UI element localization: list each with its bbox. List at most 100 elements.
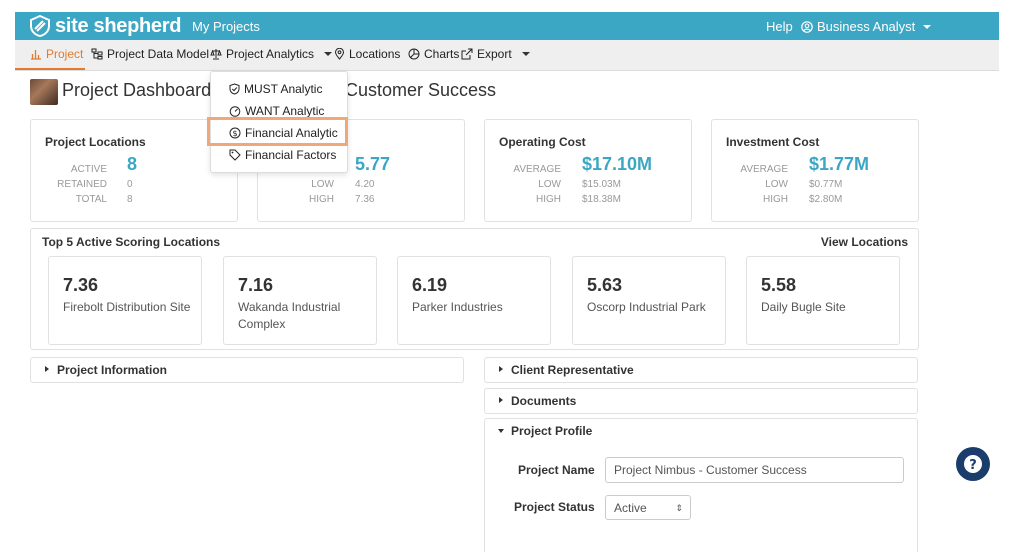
scale-icon: [210, 49, 222, 60]
high-label: HIGH: [309, 194, 334, 205]
panel-label: Client Representative: [511, 363, 634, 377]
location-score: 5.63: [587, 275, 623, 295]
project-status-label: Project Status: [514, 500, 595, 514]
high-value: $18.38M: [582, 194, 621, 205]
menu-item-label: MUST Analytic: [244, 82, 323, 96]
question-icon: ?: [964, 455, 982, 473]
card-title: Operating Cost: [499, 135, 586, 149]
low-value: $15.03M: [582, 179, 621, 190]
site-shepherd-logo[interactable]: site shepherd: [29, 15, 181, 37]
nav-export-label: Export: [477, 47, 512, 61]
gauge-icon: [229, 106, 241, 117]
nav-project[interactable]: Project: [30, 47, 83, 61]
caret-down-icon: [324, 52, 333, 56]
location-name: Oscorp Industrial Park: [587, 300, 706, 314]
caret-down-icon: [521, 52, 530, 56]
financial-analytic-highlight: [207, 117, 348, 146]
high-label: HIGH: [763, 194, 788, 205]
top5-title: Top 5 Active Scoring Locations: [42, 235, 221, 249]
top-5-scoring-locations: Top 5 Active Scoring Locations View Loca…: [30, 228, 919, 350]
low-label: LOW: [538, 179, 561, 190]
location-card[interactable]: 6.19 Parker Industries: [397, 256, 551, 345]
average-label: AVERAGE: [513, 164, 561, 175]
sitemap-icon: [91, 48, 103, 60]
location-card[interactable]: 7.16 Wakanda Industrial Complex: [223, 256, 377, 345]
nav-export[interactable]: Export: [461, 47, 530, 61]
help-floating-button[interactable]: ?: [956, 447, 990, 481]
shield-check-icon: [229, 83, 240, 95]
project-subnav: Project Project Data Model Project Analy…: [15, 40, 999, 71]
score-average-value: 5.77: [355, 154, 391, 174]
logo-text: site shepherd: [55, 14, 182, 37]
average-value: $17.10M: [582, 154, 653, 174]
location-score: 7.16: [238, 275, 274, 295]
project-name-input[interactable]: Project Nimbus - Customer Success: [605, 457, 904, 483]
project-information-panel[interactable]: Project Information: [30, 357, 464, 383]
nav-charts-label: Charts: [424, 47, 460, 61]
low-label: LOW: [765, 179, 788, 190]
caret-right-icon: [45, 366, 49, 372]
location-card[interactable]: 5.63 Oscorp Industrial Park: [572, 256, 726, 345]
menu-item-financial-factors[interactable]: Financial Factors: [229, 148, 336, 162]
help-link[interactable]: Help: [766, 19, 793, 34]
location-card[interactable]: 5.58 Daily Bugle Site: [746, 256, 900, 345]
location-score: 6.19: [412, 275, 448, 295]
caret-down-icon: [923, 24, 932, 29]
project-thumbnail: [30, 79, 58, 105]
total-label: TOTAL: [75, 194, 107, 205]
location-name: Wakanda Industrial Complex: [238, 300, 341, 331]
retained-label: RETAINED: [57, 179, 107, 190]
location-name: Firebolt Distribution Site: [63, 300, 191, 314]
location-card[interactable]: 7.36 Firebolt Distribution Site: [48, 256, 202, 345]
location-score: 7.36: [63, 275, 99, 295]
operating-cost-card: Operating Cost AVERAGE $17.10M LOW $15.0…: [484, 119, 692, 222]
low-value: $0.77M: [809, 179, 843, 190]
caret-right-icon: [499, 397, 503, 403]
select-arrows-icon: ⇕: [675, 503, 683, 513]
shepherd-logo-icon: [30, 15, 50, 37]
page-title: Project Dashboard |: [62, 80, 221, 100]
card-title: Investment Cost: [726, 135, 820, 149]
bar-chart-icon: [31, 50, 41, 60]
project-status-select[interactable]: Active ⇕: [605, 495, 691, 520]
investment-cost-card: Investment Cost AVERAGE $1.77M LOW $0.77…: [711, 119, 919, 222]
export-icon: [461, 48, 473, 60]
active-value: 8: [127, 154, 138, 174]
nav-project-analytics[interactable]: Project Analytics: [210, 47, 333, 61]
nav-locations[interactable]: Locations: [334, 47, 400, 61]
project-profile-header[interactable]: Project Profile: [485, 419, 917, 445]
panel-label: Project Profile: [511, 424, 593, 438]
nav-charts[interactable]: Charts: [408, 47, 459, 61]
view-locations-link[interactable]: View Locations: [821, 235, 908, 249]
high-value: 7.36: [355, 194, 375, 205]
client-representative-panel[interactable]: Client Representative: [484, 357, 918, 383]
svg-text:?: ?: [969, 458, 977, 473]
menu-item-want-analytic[interactable]: WANT Analytic: [229, 104, 324, 118]
location-score: 5.58: [761, 275, 797, 295]
total-value: 8: [127, 194, 133, 205]
my-projects-link[interactable]: My Projects: [192, 19, 260, 34]
location-name: Daily Bugle Site: [761, 300, 846, 314]
average-value: $1.77M: [809, 154, 870, 174]
nav-project-label: Project: [46, 47, 84, 61]
menu-item-must-analytic[interactable]: MUST Analytic: [229, 82, 322, 96]
high-label: HIGH: [536, 194, 561, 205]
average-label: AVERAGE: [740, 164, 788, 175]
nav-project-data-model[interactable]: Project Data Model: [91, 47, 209, 61]
menu-item-label: WANT Analytic: [245, 104, 325, 118]
high-value: $2.80M: [809, 194, 843, 205]
page-title-project: Customer Success: [345, 80, 497, 100]
pie-chart-icon: [408, 48, 420, 60]
caret-down-icon: [498, 429, 504, 433]
active-label: ACTIVE: [70, 164, 107, 175]
project-status-value: Active: [614, 501, 647, 515]
map-pin-icon: [334, 48, 345, 60]
tag-icon: [229, 149, 241, 161]
top-navbar: site shepherd My Projects Help Business …: [15, 12, 999, 40]
user-menu[interactable]: Business Analyst: [801, 19, 932, 34]
project-name-label: Project Name: [518, 463, 595, 477]
menu-item-label: Financial Factors: [245, 148, 337, 162]
nav-project-data-model-label: Project Data Model: [107, 47, 210, 61]
documents-panel[interactable]: Documents: [484, 388, 918, 414]
active-tab-indicator: [15, 68, 85, 70]
